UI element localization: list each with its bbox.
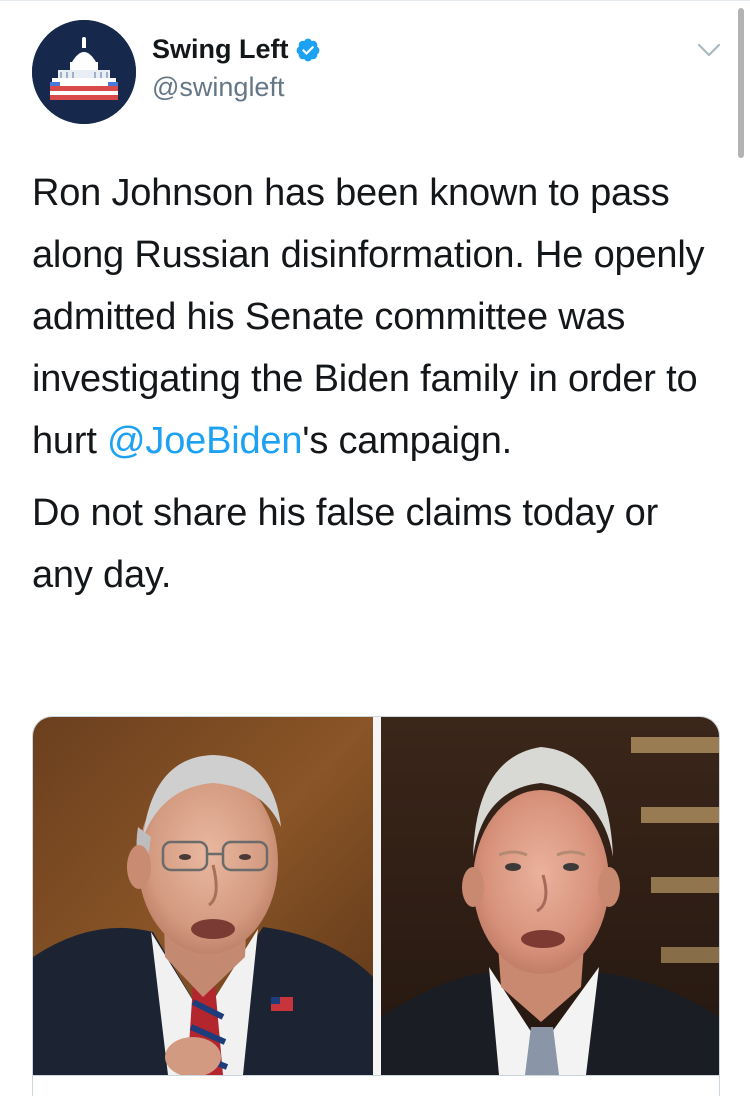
photo-divider xyxy=(373,717,381,1075)
capitol-dome-avatar xyxy=(32,20,136,124)
mention-link[interactable]: @JoeBiden xyxy=(107,420,302,462)
paragraph-1-suffix: 's campaign. xyxy=(302,420,513,462)
portrait-right-image xyxy=(381,717,719,1075)
chevron-down-icon[interactable] xyxy=(696,40,722,60)
tweet-paragraph-2: Do not share his false claims today or a… xyxy=(32,492,659,596)
scrollbar[interactable] xyxy=(738,8,744,158)
user-handle[interactable]: @swingleft xyxy=(152,72,284,103)
tweet-page: Swing Left @swingleft Ron Johnson has be… xyxy=(0,0,750,1096)
top-divider xyxy=(0,0,750,1)
portrait-left-image xyxy=(33,717,373,1075)
photo-left[interactable] xyxy=(33,717,373,1075)
media-card-footer xyxy=(33,1075,719,1096)
profile-avatar[interactable] xyxy=(32,20,136,124)
media-card[interactable] xyxy=(32,716,720,1096)
paragraph-1-text: Ron Johnson has been known to pass along… xyxy=(32,172,705,462)
tweet-paragraph-1: Ron Johnson has been known to pass along… xyxy=(32,162,722,472)
display-name[interactable]: Swing Left xyxy=(152,34,321,65)
verified-badge-icon xyxy=(296,38,319,61)
photo-right[interactable] xyxy=(381,717,719,1075)
display-name-text: Swing Left xyxy=(152,34,289,64)
tweet-text: Ron Johnson has been known to pass along… xyxy=(32,162,722,606)
